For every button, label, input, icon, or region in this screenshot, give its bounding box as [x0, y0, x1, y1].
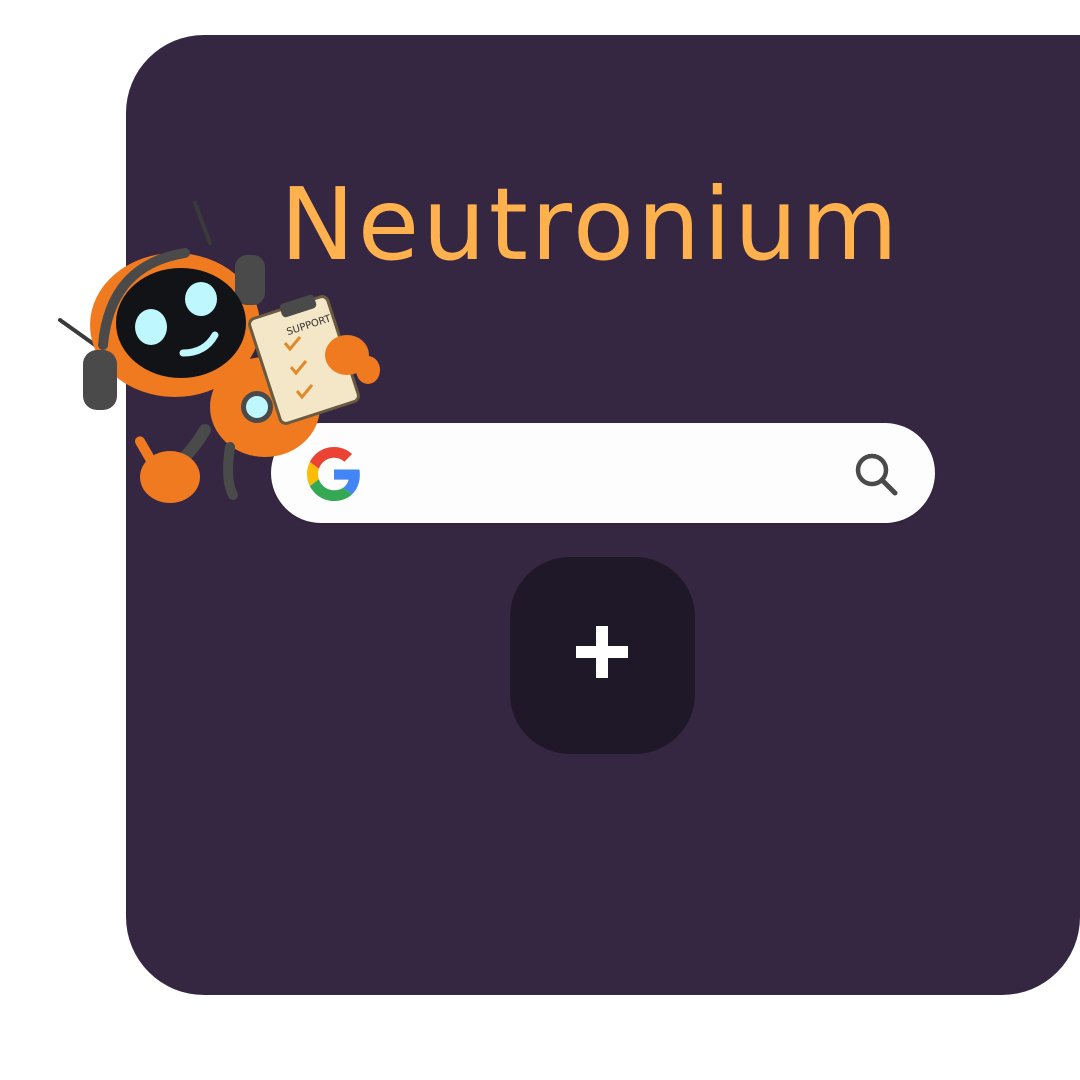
add-shortcut-button[interactable] [510, 557, 695, 754]
robot-mascot-icon: SUPPORT [58, 201, 380, 503]
search-input[interactable] [376, 449, 840, 499]
plus-icon [576, 626, 628, 678]
search-icon[interactable] [851, 449, 903, 501]
